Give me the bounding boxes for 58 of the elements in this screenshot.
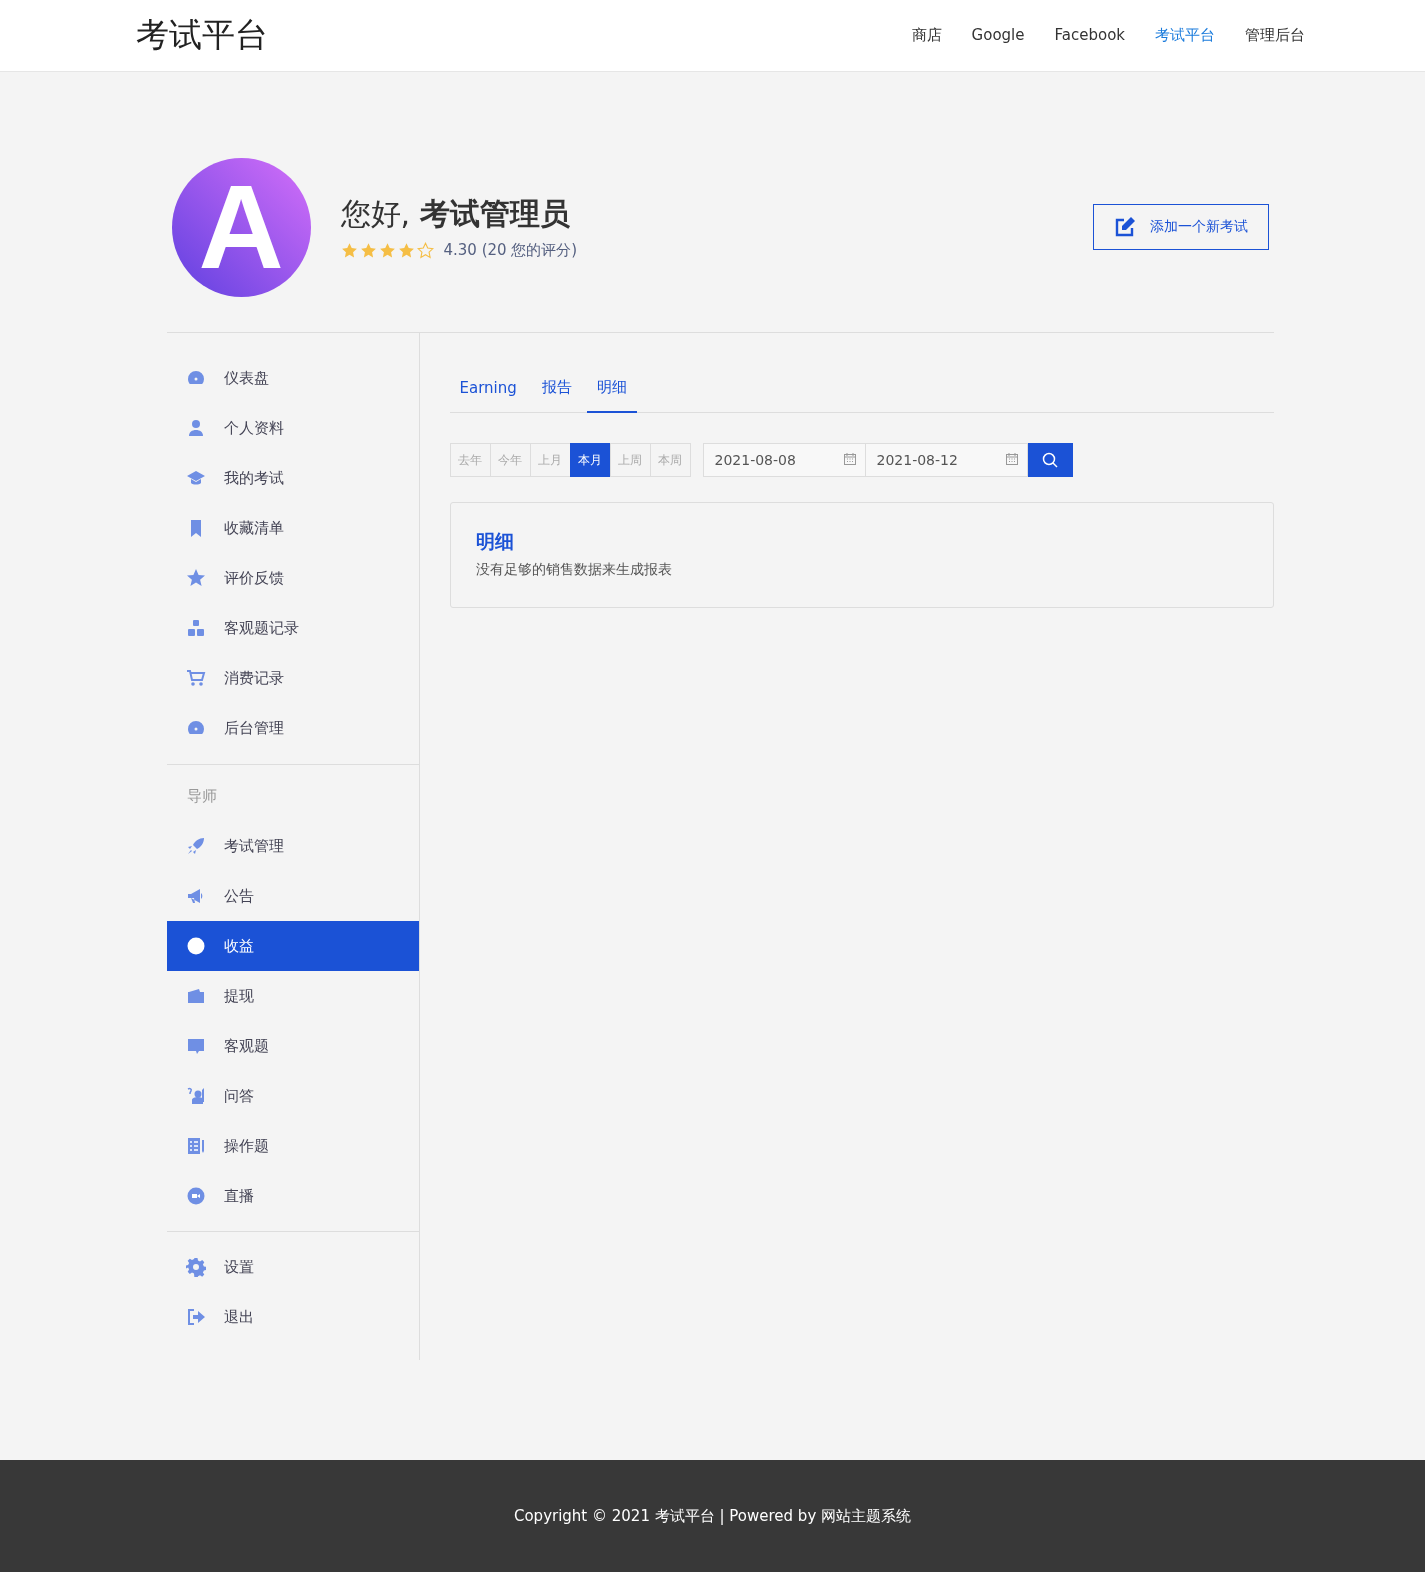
avatar: A [171, 157, 311, 297]
star-icon [378, 242, 396, 259]
copyright-text: Copyright © 2021 考试平台 | Powered by 网站主题系统 [513, 1506, 912, 1526]
nav-link[interactable]: 考试平台 [1155, 26, 1215, 45]
sidebar-item[interactable]: 消费记录 [166, 653, 419, 703]
settings-icon [185, 1257, 206, 1277]
sidebar-item[interactable]: 退出 [166, 1292, 419, 1342]
sidebar-item[interactable]: 评价反馈 [166, 553, 419, 603]
tab[interactable]: Earning [449, 379, 527, 413]
sidebar-item[interactable]: 设置 [166, 1242, 419, 1292]
sidebar-item[interactable]: 问答 [166, 1071, 419, 1121]
card-title: 明细 [475, 529, 515, 554]
star-icon [340, 242, 358, 259]
person-question-icon [185, 1086, 206, 1106]
video-icon [185, 1186, 206, 1206]
add-exam-button[interactable]: 添加一个新考试 [1092, 204, 1269, 250]
sidebar-item[interactable]: 提现 [166, 971, 419, 1021]
date-field[interactable]: 2021-08-08 [702, 443, 866, 477]
sidebar-item[interactable]: 公告 [166, 871, 419, 921]
empty-message: 没有足够的销售数据来生成报表 [475, 561, 673, 579]
calendar-icon [1005, 453, 1018, 465]
sidebar-item[interactable]: 客观题 [166, 1021, 419, 1071]
sidebar-item[interactable]: 考试管理 [166, 821, 419, 871]
sidebar-item[interactable]: 收藏清单 [166, 503, 419, 553]
rating-text: 4.30 (20 您的评分) [443, 241, 578, 260]
checklist-icon [185, 1136, 206, 1156]
tab[interactable]: 明细 [586, 378, 637, 413]
edit-icon [1113, 216, 1136, 238]
sidebar-item[interactable]: 直播 [166, 1171, 419, 1221]
nav-link[interactable]: Google [971, 26, 1025, 45]
logout-icon [185, 1307, 206, 1327]
calendar-icon [843, 453, 856, 465]
site-logo[interactable]: 考试平台 [136, 13, 268, 58]
nav-link[interactable]: Facebook [1054, 26, 1125, 45]
date-field[interactable]: 2021-08-12 [864, 443, 1028, 477]
rocket-icon [185, 836, 206, 856]
star-icon [185, 568, 206, 588]
wallet-icon [185, 986, 206, 1006]
tab[interactable]: 报告 [531, 378, 582, 413]
search-button[interactable] [1027, 443, 1073, 477]
sidebar-item[interactable]: 客观题记录 [166, 603, 419, 653]
star-icon [359, 242, 377, 259]
star-icon [416, 242, 434, 259]
nav-link[interactable]: 管理后台 [1245, 26, 1305, 45]
star-icon [397, 242, 415, 259]
sidebar-item[interactable]: 收益 [166, 921, 419, 971]
cart-icon [185, 668, 206, 688]
sidebar-item[interactable]: 后台管理 [166, 703, 419, 753]
sidebar-heading: 导师 [185, 787, 218, 807]
blocks-icon [185, 618, 206, 638]
sidebar-item[interactable]: 仪表盘 [166, 353, 419, 403]
greeting: 您好, 考试管理员 [340, 195, 571, 233]
sidebar-item[interactable]: 个人资料 [166, 403, 419, 453]
sidebar-item[interactable]: 操作题 [166, 1121, 419, 1171]
nav-link[interactable]: 商店 [911, 26, 942, 45]
sidebar-item[interactable]: 我的考试 [166, 453, 419, 503]
search-icon [1042, 452, 1058, 468]
period-button[interactable]: 本月 [569, 443, 611, 477]
